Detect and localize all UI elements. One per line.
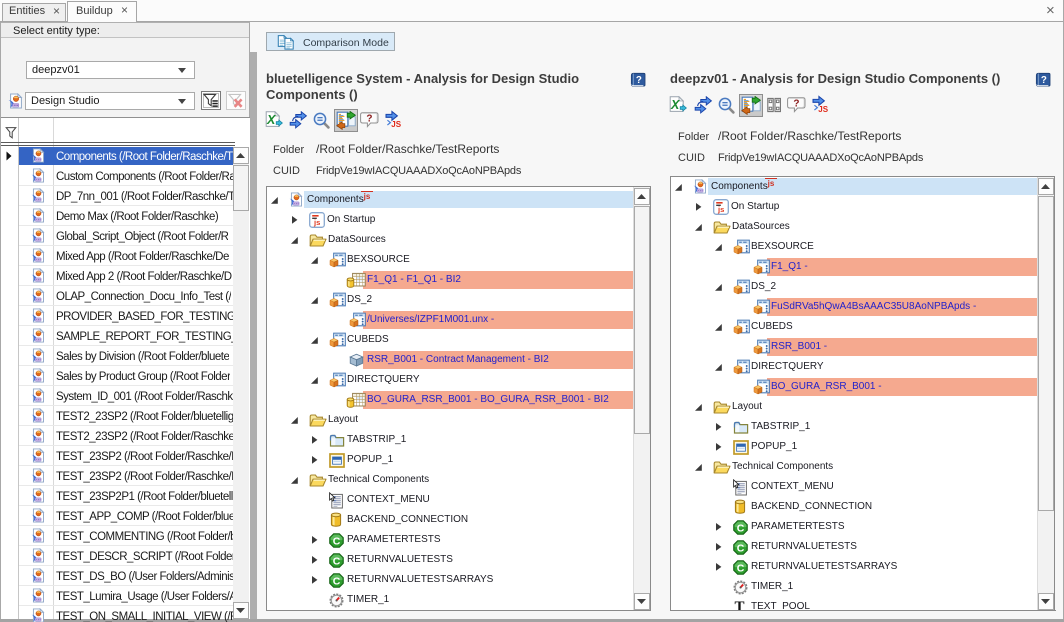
svg-text:js: js [717, 205, 724, 214]
svg-text:JS: JS [818, 105, 828, 113]
svg-text:C: C [737, 562, 745, 574]
svg-text:C: C [333, 555, 341, 567]
svg-text:C: C [333, 535, 341, 547]
svg-text:X: X [266, 113, 276, 127]
svg-text:?: ? [366, 114, 372, 125]
svg-text:C: C [737, 522, 745, 534]
svg-text:C: C [333, 575, 341, 587]
svg-text:C: C [737, 542, 745, 554]
svg-text:?: ? [1041, 75, 1047, 86]
svg-text:?: ? [636, 75, 642, 86]
svg-text:JS: JS [391, 120, 401, 128]
svg-text:?: ? [793, 99, 799, 110]
svg-text:js: js [313, 218, 320, 227]
svg-text:X: X [670, 98, 680, 112]
